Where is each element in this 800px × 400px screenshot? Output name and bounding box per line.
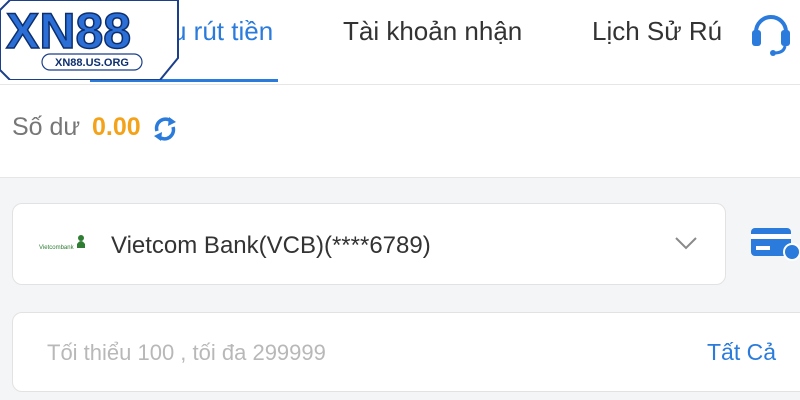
amount-input[interactable] — [47, 335, 607, 371]
withdraw-page: u rút tiền Tài khoản nhận Lịch Sử Rú XN8… — [0, 0, 800, 400]
svg-text:Vietcombank: Vietcombank — [39, 245, 75, 251]
amount-field: Tất Cả — [12, 312, 800, 392]
selected-bank-account: Vietcom Bank(VCB)(****6789) — [111, 232, 431, 259]
vietcombank-logo: Vietcombank — [39, 235, 85, 251]
tab-withdraw[interactable]: u rút tiền — [172, 0, 273, 84]
tab-withdraw-history[interactable]: Lịch Sử Rú — [592, 0, 732, 84]
logo-brand-text: XN88 — [6, 3, 131, 59]
headset-support-icon[interactable] — [748, 6, 794, 58]
withdraw-all-button[interactable]: Tất Cả — [707, 339, 776, 366]
refresh-icon[interactable] — [151, 115, 179, 143]
balance-value: 0.00 — [92, 113, 141, 141]
add-bank-card-icon[interactable] — [750, 222, 800, 262]
logo-url-text: XN88.US.ORG — [55, 57, 129, 69]
balance-label: Số dư — [12, 113, 81, 141]
chevron-down-icon — [675, 237, 697, 250]
xn88-logo: XN88 XN88.US.ORG — [0, 0, 179, 80]
balance-row: Số dư 0.00 — [0, 85, 800, 178]
bank-card-select[interactable]: Vietcombank Vietcom Bank(VCB)(****6789) — [12, 203, 726, 285]
tab-receiving-account[interactable]: Tài khoản nhận — [343, 0, 522, 84]
